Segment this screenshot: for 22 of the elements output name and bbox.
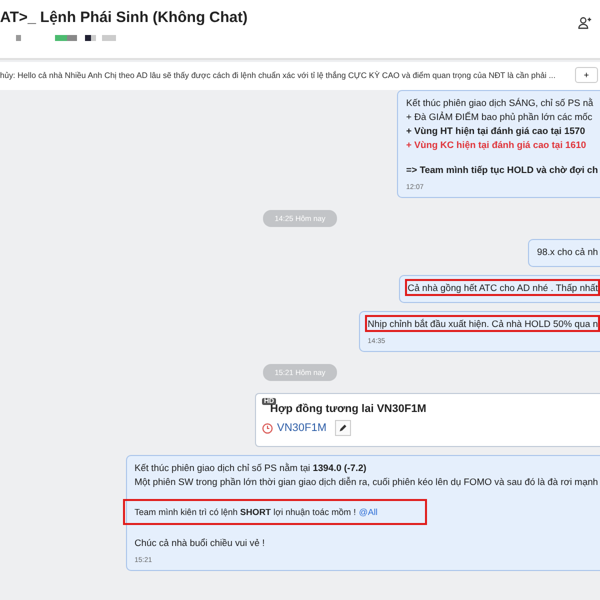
message-text: + Vùng HT hiện tại đánh giá cao tại 1570: [406, 125, 586, 136]
message-text: Một phiên SW trong phần lớn thời gian giao dịch diễn ra, cuối phiên kéo lên dụ FOMO và sau đó là đà rơi mạnh: [134, 476, 598, 487]
mention-link[interactable]: @All: [358, 507, 378, 517]
message-text: Cả nhà gồng hết ATC cho AD nhé . Thấp nhất: [408, 282, 598, 293]
pinned-message[interactable]: hủy: Hello cả nhà Nhiều Anh Chị theo AD lâu sẽ thấy được cách đi lệnh chuẩn xác với tỉ lệ thắng CỰC KỲ CAO và điểm quan trọng của NĐT là cần phải ...: [0, 70, 556, 80]
message-text: Kết thúc phiên giao dịch chỉ số PS nằm tại 1394.0 (-7.2): [134, 462, 368, 473]
message-text: Team mình kiên trì có lệnh SHORT lợi nhuận toác mồm !: [134, 507, 356, 517]
edit-button[interactable]: [334, 420, 351, 436]
add-member-icon[interactable]: [578, 16, 592, 30]
message-text: Kết thúc phiên giao dịch SÁNG, chỉ số PS nằ: [406, 97, 594, 108]
message-text: => Team mình tiếp tục HOLD và chờ đợi ch: [406, 164, 598, 175]
message-text: Nhịp chỉnh bắt đầu xuất hiện. Cả nhà HOLD 50% qua n: [368, 318, 598, 329]
message-text: Chúc cả nhà buổi chiều vui vẻ !: [134, 537, 266, 548]
message-text: + Vùng KC hiện tại đánh giá cao tại 1610: [406, 139, 588, 150]
pencil-icon: [338, 423, 348, 433]
clock-icon: [262, 422, 273, 434]
more-pins-button[interactable]: +: [574, 67, 598, 83]
contract-symbol[interactable]: VN30F1M: [277, 422, 327, 434]
message-text: + Đà GIẢM ĐIỂM bao phủ phần lớn các mốc: [406, 111, 594, 122]
message-text: 98.x cho cả nh: [537, 246, 598, 257]
card-title: Hợp đồng tương lai VN30F1M: [270, 403, 426, 415]
chat-title: AT>_ Lệnh Phái Sinh (Không Chat): [0, 9, 248, 26]
